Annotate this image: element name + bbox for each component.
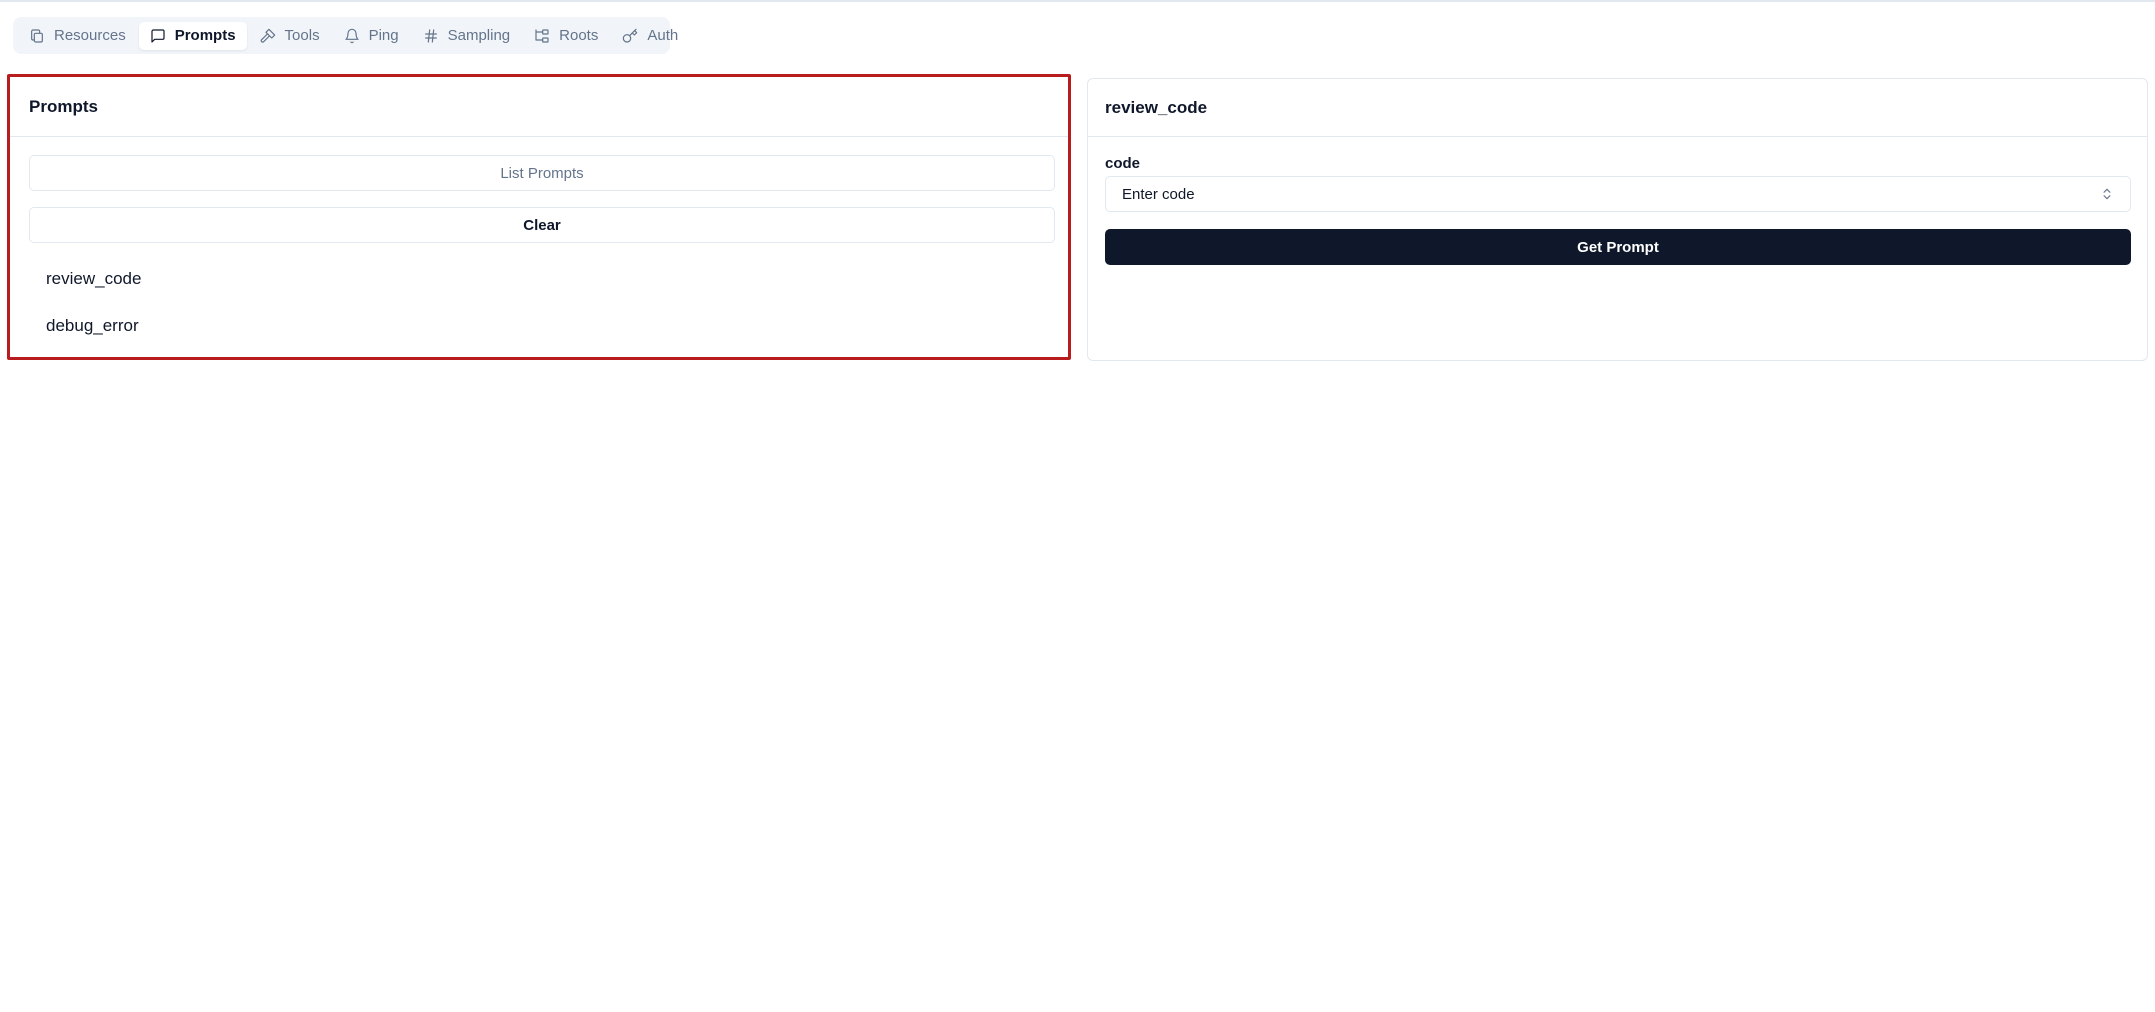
chevrons-up-down-icon xyxy=(2103,188,2111,200)
folder-tree-icon xyxy=(535,28,549,43)
tab-ping[interactable]: Ping xyxy=(333,22,410,50)
tab-auth[interactable]: Auth xyxy=(611,22,689,50)
prompt-item-debug-error[interactable]: debug_error xyxy=(29,306,1055,346)
list-prompts-button[interactable]: List Prompts xyxy=(29,155,1055,191)
hammer-icon xyxy=(260,28,275,43)
code-input[interactable]: Enter code xyxy=(1105,176,2131,212)
copy-icon xyxy=(31,28,43,43)
prompts-panel-title: Prompts xyxy=(10,77,1068,137)
prompt-detail-panel: review_code code Enter code Get Prompt xyxy=(1087,78,2148,361)
tab-label: Prompts xyxy=(174,27,236,44)
bell-icon xyxy=(344,28,359,43)
tab-label: Roots xyxy=(559,27,599,44)
tab-roots[interactable]: Roots xyxy=(523,22,609,50)
tab-label: Auth xyxy=(647,27,679,44)
key-icon xyxy=(623,28,638,43)
tab-tools[interactable]: Tools xyxy=(249,22,331,50)
tab-resources[interactable]: Resources xyxy=(18,22,137,50)
code-field-label: code xyxy=(1105,155,1141,172)
prompt-detail-title: review_code xyxy=(1088,79,2147,137)
code-input-value: Enter code xyxy=(1122,185,1195,203)
tab-prompts[interactable]: Prompts xyxy=(138,21,247,50)
tab-bar: Resources Prompts Tools Ping Sampling Ro… xyxy=(13,17,678,54)
tab-label: Tools xyxy=(284,27,320,44)
tab-label: Sampling xyxy=(447,27,511,44)
hash-icon xyxy=(424,28,437,43)
tab-label: Ping xyxy=(368,27,399,44)
tab-label: Resources xyxy=(54,27,126,44)
top-border xyxy=(0,0,2155,2)
prompt-item-review-code[interactable]: review_code xyxy=(29,259,1055,299)
message-square-icon xyxy=(151,28,165,43)
get-prompt-button[interactable]: Get Prompt xyxy=(1105,229,2131,265)
clear-button[interactable]: Clear xyxy=(29,207,1055,243)
prompts-panel: Prompts List Prompts Clear review_code d… xyxy=(7,74,1071,360)
tab-sampling[interactable]: Sampling xyxy=(412,22,522,50)
